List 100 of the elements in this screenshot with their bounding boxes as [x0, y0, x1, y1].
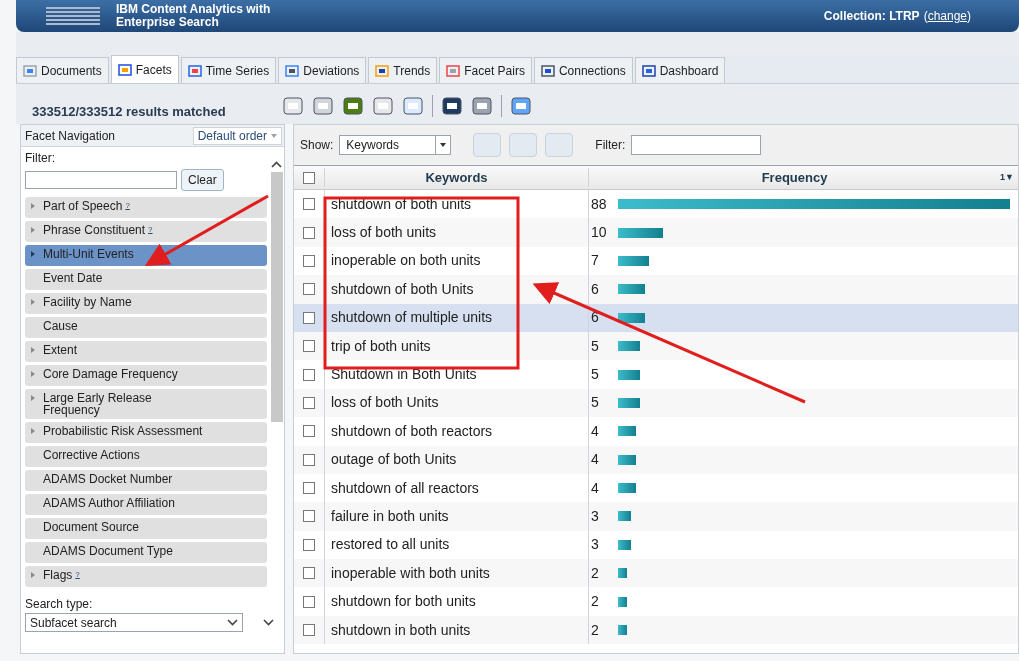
table-row[interactable]: inoperable with both units 2: [294, 559, 1018, 588]
facet-item[interactable]: Cause: [25, 317, 267, 338]
row-checkbox[interactable]: [303, 510, 315, 523]
help-link[interactable]: ?: [148, 224, 153, 236]
frequency-bar: [618, 539, 632, 550]
undo-button[interactable]: [282, 95, 304, 117]
row-checkbox[interactable]: [303, 482, 315, 495]
facet-label: Large Early Release Frequency: [43, 392, 153, 416]
frequency-bar: [618, 284, 645, 295]
facet-item[interactable]: Corrective Actions: [25, 446, 267, 467]
facet-item[interactable]: ADAMS Document Type: [25, 542, 267, 563]
search-type-select[interactable]: Subfacet search: [25, 613, 243, 632]
help-link[interactable]: ?: [75, 569, 80, 581]
table-row[interactable]: shutdown of both Units 6: [294, 275, 1018, 304]
frequency-bar: [618, 625, 627, 636]
toolbar-button[interactable]: [510, 95, 532, 117]
table-row[interactable]: shutdown of multiple units 6: [294, 303, 1018, 332]
order-dropdown[interactable]: Default order: [192, 126, 282, 145]
tab-icon: [540, 63, 555, 78]
keyword-cell: shutdown of both reactors: [324, 417, 588, 446]
row-checkbox[interactable]: [303, 340, 315, 353]
tab[interactable]: Connections: [533, 57, 633, 83]
tab[interactable]: Dashboard: [634, 57, 726, 83]
tab-icon: [23, 63, 37, 78]
facet-label: Event Date: [43, 272, 103, 284]
row-checkbox[interactable]: [303, 396, 315, 409]
facet-item[interactable]: Document Source: [25, 518, 267, 539]
row-checkbox[interactable]: [303, 198, 315, 211]
forward-button[interactable]: [471, 95, 493, 117]
select-all-checkbox[interactable]: [303, 171, 315, 184]
facet-item[interactable]: Large Early Release Frequency: [25, 389, 267, 419]
facet-label: ADAMS Author Affiliation: [43, 497, 175, 509]
facet-item[interactable]: ADAMS Author Affiliation: [25, 494, 267, 515]
table-row[interactable]: loss of both Units 5: [294, 388, 1018, 418]
table-row[interactable]: loss of both units 10: [294, 218, 1018, 247]
logo-icon: [44, 5, 102, 27]
scroll-down-icon: [263, 619, 274, 626]
filter-field[interactable]: [631, 135, 762, 155]
frequency-bar: [618, 255, 650, 266]
panel-title: Facet Navigation: [25, 127, 116, 145]
facet-item[interactable]: Part of Speech ?: [25, 197, 267, 218]
show-dropdown[interactable]: Keywords: [339, 135, 452, 155]
help-link[interactable]: ?: [125, 200, 130, 212]
frequency-bar: [618, 341, 641, 352]
show-label: Show:: [300, 137, 334, 154]
row-checkbox[interactable]: [303, 538, 315, 551]
row-checkbox[interactable]: [303, 368, 315, 381]
tab-icon: [285, 63, 300, 78]
row-checkbox[interactable]: [303, 311, 315, 324]
row-checkbox[interactable]: [303, 425, 315, 438]
table-row[interactable]: failure in both units 3: [294, 502, 1018, 531]
save-button[interactable]: [342, 95, 364, 117]
filter-field[interactable]: [25, 171, 177, 189]
scroll-up-icon: [271, 161, 282, 168]
column-header[interactable]: Frequency: [588, 167, 1001, 188]
back-button[interactable]: [441, 95, 463, 117]
row-checkbox[interactable]: [303, 283, 315, 296]
facet-item[interactable]: Extent: [25, 341, 267, 362]
change-link[interactable]: change: [927, 7, 967, 25]
column-header[interactable]: Keywords: [324, 167, 588, 188]
facet-item[interactable]: Flags ?: [25, 566, 267, 587]
facet-item[interactable]: Probabilistic Risk Assessment: [25, 422, 267, 443]
row-checkbox[interactable]: [303, 226, 315, 239]
tab-icon: [375, 63, 390, 78]
tab[interactable]: Deviations: [278, 57, 367, 83]
tab[interactable]: Facets: [110, 55, 179, 83]
facet-item[interactable]: Event Date: [25, 269, 267, 290]
product-name: IBM Content Analytics with: [116, 3, 271, 16]
row-checkbox[interactable]: [303, 624, 315, 637]
clear-button[interactable]: Clear: [181, 169, 224, 191]
toolbar-button[interactable]: [402, 95, 424, 117]
table-row[interactable]: shutdown in both units 2: [294, 615, 1018, 645]
table-row[interactable]: trip of both units 5: [294, 331, 1018, 361]
keyword-cell: loss of both units: [324, 218, 588, 247]
tab[interactable]: Time Series: [180, 57, 277, 83]
row-checkbox[interactable]: [303, 595, 315, 608]
toolbar-button[interactable]: [312, 95, 334, 117]
keyword-cell: failure in both units: [324, 502, 588, 531]
facet-item[interactable]: Multi-Unit Events: [25, 245, 267, 266]
keyword-cell: Shutdown in Both Units: [324, 360, 588, 389]
collection-label: Collection: LTRP: [823, 8, 920, 25]
frequency-bar: [618, 227, 663, 238]
chevron-down-icon: [227, 619, 238, 626]
tab[interactable]: Documents: [16, 57, 109, 83]
toolbar-button[interactable]: [372, 95, 394, 117]
frequency-bar: [618, 369, 641, 380]
row-checkbox[interactable]: [303, 567, 315, 580]
facet-item[interactable]: Phrase Constituent ?: [25, 221, 267, 242]
table-row[interactable]: outage of both Units 4: [294, 445, 1018, 474]
frequency-bar: [618, 397, 641, 408]
tab[interactable]: Facet Pairs: [439, 57, 532, 83]
tab[interactable]: Trends: [368, 57, 438, 83]
facet-item[interactable]: Core Damage Frequency: [25, 365, 267, 386]
row-checkbox[interactable]: [303, 453, 315, 466]
facet-item[interactable]: ADAMS Docket Number: [25, 470, 267, 491]
row-checkbox[interactable]: [303, 254, 315, 267]
facet-item[interactable]: Facility by Name: [25, 293, 267, 314]
sort-indicator[interactable]: 1▼: [1000, 170, 1018, 185]
tab-icon: [187, 63, 202, 78]
tab-icon: [117, 62, 132, 77]
